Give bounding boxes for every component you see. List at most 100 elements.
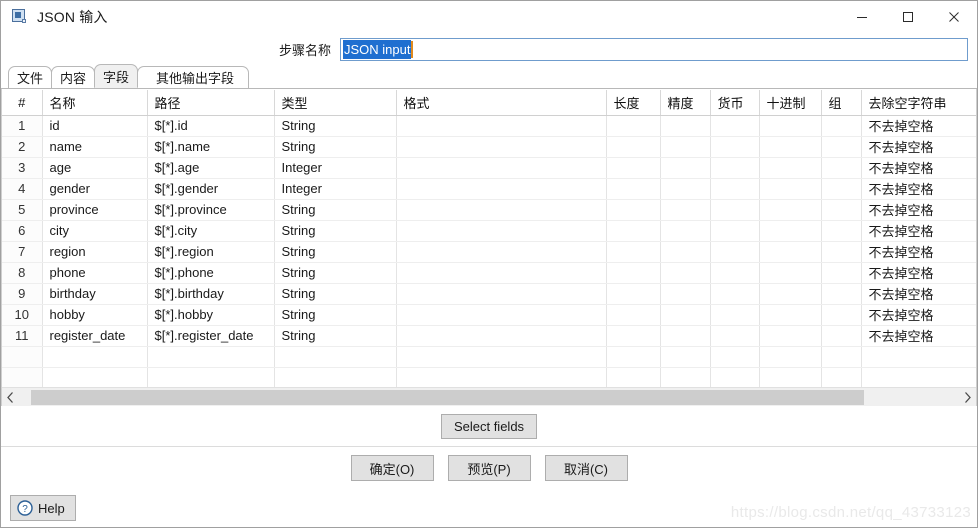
- cell-name[interactable]: region: [42, 241, 148, 263]
- cell-group[interactable]: [821, 157, 862, 179]
- cell-format[interactable]: [396, 283, 607, 305]
- cell-path[interactable]: $[*].name: [147, 136, 275, 158]
- cell-empty[interactable]: [606, 346, 661, 368]
- cell-empty[interactable]: [710, 346, 760, 368]
- table-row[interactable]: 3 age $[*].age Integer 不去掉空格: [2, 157, 976, 179]
- table-row[interactable]: 8 phone $[*].phone String 不去掉空格: [2, 262, 976, 284]
- cell-trim[interactable]: 不去掉空格: [861, 241, 976, 263]
- cell-format[interactable]: [396, 136, 607, 158]
- tab-content[interactable]: 内容: [51, 66, 96, 88]
- cell-group[interactable]: [821, 199, 862, 221]
- scrollbar-track[interactable]: [19, 387, 959, 406]
- cell-precision[interactable]: [660, 157, 711, 179]
- cell-group[interactable]: [821, 304, 862, 326]
- cell-trim[interactable]: 不去掉空格: [861, 199, 976, 221]
- column-header-trim[interactable]: 去除空字符串: [861, 90, 976, 116]
- cell-length[interactable]: [606, 220, 661, 242]
- cell-name[interactable]: hobby: [42, 304, 148, 326]
- cell-decimal[interactable]: [759, 136, 822, 158]
- tab-additional-output-fields[interactable]: 其他输出字段: [137, 66, 250, 88]
- cell-empty[interactable]: [821, 346, 862, 368]
- cell-empty[interactable]: [396, 346, 607, 368]
- cell-precision[interactable]: [660, 178, 711, 200]
- cell-name[interactable]: register_date: [42, 325, 148, 347]
- cell-type[interactable]: String: [274, 115, 397, 137]
- cell-empty[interactable]: [710, 367, 760, 387]
- cell-num[interactable]: 3: [2, 157, 43, 179]
- cell-name[interactable]: province: [42, 199, 148, 221]
- cell-precision[interactable]: [660, 325, 711, 347]
- cell-length[interactable]: [606, 262, 661, 284]
- cell-path[interactable]: $[*].hobby: [147, 304, 275, 326]
- cell-empty[interactable]: [42, 367, 148, 387]
- cell-num[interactable]: 1: [2, 115, 43, 137]
- column-header-length[interactable]: 长度: [606, 90, 661, 116]
- cell-type[interactable]: String: [274, 136, 397, 158]
- chevron-left-icon[interactable]: [2, 388, 19, 407]
- cell-empty[interactable]: [606, 367, 661, 387]
- cell-empty[interactable]: [147, 346, 275, 368]
- cell-trim[interactable]: 不去掉空格: [861, 304, 976, 326]
- cell-format[interactable]: [396, 220, 607, 242]
- cell-length[interactable]: [606, 178, 661, 200]
- cell-name[interactable]: id: [42, 115, 148, 137]
- cell-num[interactable]: 4: [2, 178, 43, 200]
- cell-empty[interactable]: [274, 367, 397, 387]
- cell-num[interactable]: 8: [2, 262, 43, 284]
- tab-fields[interactable]: 字段: [94, 64, 139, 88]
- cell-path[interactable]: $[*].birthday: [147, 283, 275, 305]
- cell-type[interactable]: Integer: [274, 157, 397, 179]
- cell-currency[interactable]: [710, 262, 760, 284]
- cell-num[interactable]: 10: [2, 304, 43, 326]
- cell-type[interactable]: Integer: [274, 178, 397, 200]
- cell-trim[interactable]: 不去掉空格: [861, 157, 976, 179]
- cell-format[interactable]: [396, 115, 607, 137]
- cell-decimal[interactable]: [759, 157, 822, 179]
- cell-precision[interactable]: [660, 304, 711, 326]
- cell-type[interactable]: String: [274, 304, 397, 326]
- cell-decimal[interactable]: [759, 178, 822, 200]
- cell-group[interactable]: [821, 262, 862, 284]
- cell-currency[interactable]: [710, 199, 760, 221]
- cell-precision[interactable]: [660, 262, 711, 284]
- cell-precision[interactable]: [660, 136, 711, 158]
- minimize-icon[interactable]: [839, 1, 885, 33]
- table-row[interactable]: 4 gender $[*].gender Integer 不去掉空格: [2, 178, 976, 200]
- cell-num[interactable]: 2: [2, 136, 43, 158]
- cell-length[interactable]: [606, 136, 661, 158]
- cell-trim[interactable]: 不去掉空格: [861, 136, 976, 158]
- cell-group[interactable]: [821, 136, 862, 158]
- tab-files[interactable]: 文件: [8, 66, 53, 88]
- horizontal-scrollbar[interactable]: [2, 387, 976, 406]
- cell-currency[interactable]: [710, 241, 760, 263]
- cell-path[interactable]: $[*].region: [147, 241, 275, 263]
- cell-path[interactable]: $[*].phone: [147, 262, 275, 284]
- cell-empty[interactable]: [861, 367, 976, 387]
- cell-trim[interactable]: 不去掉空格: [861, 178, 976, 200]
- column-header-currency[interactable]: 货币: [710, 90, 760, 116]
- cell-decimal[interactable]: [759, 262, 822, 284]
- table-row[interactable]: 5 province $[*].province String 不去掉空格: [2, 199, 976, 221]
- table-row[interactable]: 6 city $[*].city String 不去掉空格: [2, 220, 976, 242]
- cell-type[interactable]: String: [274, 283, 397, 305]
- cell-format[interactable]: [396, 157, 607, 179]
- cell-group[interactable]: [821, 325, 862, 347]
- cell-path[interactable]: $[*].province: [147, 199, 275, 221]
- cell-empty[interactable]: [821, 367, 862, 387]
- cell-num[interactable]: 11: [2, 325, 43, 347]
- cell-trim[interactable]: 不去掉空格: [861, 262, 976, 284]
- cell-length[interactable]: [606, 325, 661, 347]
- cell-trim[interactable]: 不去掉空格: [861, 283, 976, 305]
- cell-currency[interactable]: [710, 304, 760, 326]
- cell-trim[interactable]: 不去掉空格: [861, 325, 976, 347]
- cell-empty[interactable]: [147, 367, 275, 387]
- cell-length[interactable]: [606, 115, 661, 137]
- column-header-name[interactable]: 名称: [42, 90, 148, 116]
- cell-decimal[interactable]: [759, 241, 822, 263]
- cell-name[interactable]: age: [42, 157, 148, 179]
- cell-empty[interactable]: [660, 346, 711, 368]
- cell-num[interactable]: 5: [2, 199, 43, 221]
- cell-format[interactable]: [396, 262, 607, 284]
- table-row-empty[interactable]: [2, 367, 976, 387]
- table-row[interactable]: 1 id $[*].id String 不去掉空格: [2, 115, 976, 137]
